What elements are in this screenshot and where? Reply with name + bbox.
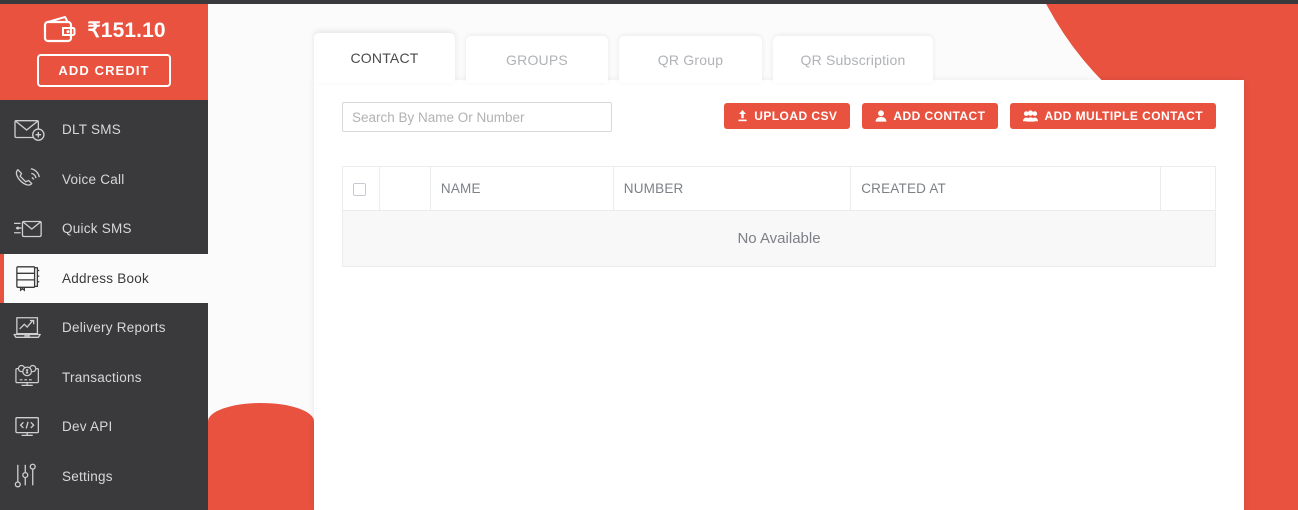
mail-plus-icon xyxy=(12,115,46,145)
contacts-table: NAME NUMBER CREATED AT No Available xyxy=(341,166,1216,267)
contacts-toolbar: UPLOAD CSV ADD CONTACT xyxy=(314,80,1244,132)
table-body: No Available xyxy=(342,210,1216,267)
select-all-header xyxy=(341,166,381,211)
sliders-icon xyxy=(12,461,46,491)
sidebar-item-transactions[interactable]: Transactions xyxy=(0,353,208,403)
sidebar-nav: DLT SMS Voice Call Quick SMS Address Boo… xyxy=(0,100,208,501)
laptop-chart-icon xyxy=(12,313,46,343)
select-all-checkbox[interactable] xyxy=(353,182,366,196)
decorative-shape-right xyxy=(1243,0,1298,510)
decorative-shape-bottom-left xyxy=(208,403,314,510)
sidebar-item-dlt-sms[interactable]: DLT SMS xyxy=(0,105,208,155)
sidebar-item-label: Settings xyxy=(62,468,113,484)
wallet-balance: ₹151.10 xyxy=(87,18,166,42)
sidebar-item-label: Address Book xyxy=(62,270,150,286)
phone-ring-icon xyxy=(12,164,46,194)
sidebar-item-label: Voice Call xyxy=(62,171,125,187)
toolbar-actions: UPLOAD CSV ADD CONTACT ADD MULTIPLE CONT… xyxy=(724,102,1216,129)
upload-csv-button[interactable]: UPLOAD CSV xyxy=(724,103,851,129)
monitor-coins-icon xyxy=(12,362,46,392)
tab-groups[interactable]: GROUPS xyxy=(466,36,608,83)
tab-qr-subscription[interactable]: QR Subscription xyxy=(773,36,933,83)
sidebar-item-label: Transactions xyxy=(62,369,142,385)
users-icon xyxy=(1023,110,1039,122)
wallet-balance-row: ₹151.10 xyxy=(42,15,166,45)
sidebar-item-quick-sms[interactable]: Quick SMS xyxy=(0,204,208,254)
sidebar: ₹151.10 ADD CREDIT DLT SMS Voice Call Qu… xyxy=(0,0,208,510)
code-monitor-icon xyxy=(12,412,46,442)
contacts-table-wrapper: NAME NUMBER CREATED AT No Available xyxy=(314,132,1244,267)
wallet-panel: ₹151.10 ADD CREDIT xyxy=(0,0,208,100)
column-header-name: NAME xyxy=(429,166,614,211)
wallet-icon xyxy=(42,15,76,45)
sidebar-item-voice-call[interactable]: Voice Call xyxy=(0,155,208,205)
sidebar-item-delivery-reports[interactable]: Delivery Reports xyxy=(0,303,208,353)
sidebar-item-label: Delivery Reports xyxy=(62,320,166,336)
column-header-number: NUMBER xyxy=(612,166,852,211)
empty-state-message: No Available xyxy=(342,210,1216,267)
add-contact-label: ADD CONTACT xyxy=(893,109,986,123)
add-contact-button[interactable]: ADD CONTACT xyxy=(862,103,999,129)
tab-qr-group[interactable]: QR Group xyxy=(619,36,762,83)
mail-fast-icon xyxy=(12,214,46,244)
app-root: ₹151.10 ADD CREDIT DLT SMS Voice Call Qu… xyxy=(0,0,1298,510)
table-empty-row: No Available xyxy=(342,210,1216,267)
address-book-icon xyxy=(12,263,46,293)
content-panel: UPLOAD CSV ADD CONTACT xyxy=(314,80,1244,510)
add-credit-button[interactable]: ADD CREDIT xyxy=(37,54,171,87)
tab-contact[interactable]: CONTACT xyxy=(314,33,455,83)
sidebar-item-dev-api[interactable]: Dev API xyxy=(0,402,208,452)
table-header-row: NAME NUMBER CREATED AT xyxy=(341,166,1216,211)
top-accent-bar xyxy=(0,0,1298,4)
sidebar-item-settings[interactable]: Settings xyxy=(0,452,208,502)
column-header-actions xyxy=(1160,166,1216,211)
add-multiple-contact-label: ADD MULTIPLE CONTACT xyxy=(1044,109,1203,123)
sidebar-item-label: Quick SMS xyxy=(62,221,132,237)
table-head: NAME NUMBER CREATED AT xyxy=(341,166,1216,211)
user-icon xyxy=(875,110,887,122)
sidebar-item-label: Dev API xyxy=(62,419,113,435)
add-multiple-contact-button[interactable]: ADD MULTIPLE CONTACT xyxy=(1010,103,1216,129)
column-header-created-at: CREATED AT xyxy=(850,166,1162,211)
upload-icon xyxy=(737,110,748,122)
sidebar-item-address-book[interactable]: Address Book xyxy=(0,253,208,303)
tab-bar: CONTACT GROUPS QR Group QR Subscription xyxy=(314,33,933,83)
column-header-blank-1 xyxy=(379,166,431,211)
sidebar-item-label: DLT SMS xyxy=(62,122,122,138)
upload-csv-label: UPLOAD CSV xyxy=(754,109,838,123)
search-input[interactable] xyxy=(342,102,612,132)
